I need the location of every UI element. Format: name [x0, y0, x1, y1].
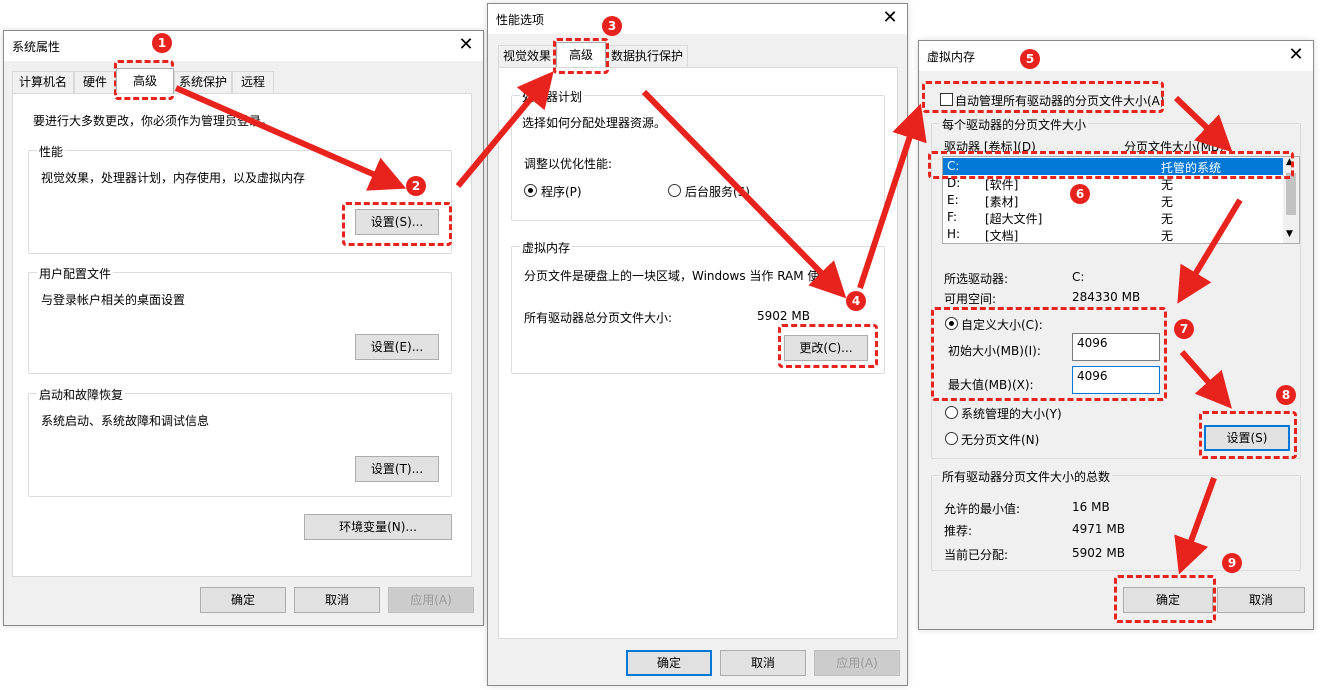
- system-properties-window: 系统属性 ✕ 计算机名 硬件 高级 系统保护 远程 要进行大多数更改，你必须作为…: [3, 30, 484, 626]
- startup-recovery-settings-button[interactable]: 设置(T)...: [355, 456, 439, 482]
- paging-file-desc: 分页文件是硬盘上的一块区域，Windows 当作 RAM 使用。: [524, 269, 844, 283]
- totals-group: 所有驱动器分页文件大小的总数 允许的最小值: 16 MB 推荐: 4971 MB…: [931, 468, 1301, 571]
- no-paging-radio[interactable]: [945, 432, 958, 445]
- processor-scheduling-group: 处理器计划 选择如何分配处理器资源。 调整以优化性能: 程序(P) 后台服务(S…: [511, 88, 885, 221]
- min-allowed-value: 16 MB: [1072, 500, 1110, 514]
- ok-button[interactable]: 确定: [626, 650, 712, 676]
- apply-button[interactable]: 应用(A): [814, 650, 900, 676]
- ok-button[interactable]: 确定: [200, 587, 286, 613]
- highlight-perf-settings: [342, 202, 452, 246]
- scroll-down-icon[interactable]: ▼: [1286, 229, 1293, 239]
- selected-drive-label: 所选驱动器:: [944, 272, 1009, 286]
- step-badge-1: 1: [152, 33, 172, 53]
- background-services-radio[interactable]: [668, 184, 681, 197]
- tab-dep[interactable]: 数据执行保护: [606, 45, 688, 67]
- tab-remote[interactable]: 远程: [232, 71, 274, 93]
- drive-row-f[interactable]: F: [超大文件] 无: [943, 209, 1283, 226]
- free-space-label: 可用空间:: [944, 292, 997, 306]
- total-paging-label: 所有驱动器总分页文件大小:: [524, 311, 673, 325]
- user-profiles-group: 用户配置文件 与登录帐户相关的桌面设置 设置(E)...: [28, 265, 452, 374]
- step-badge-4: 4: [846, 291, 866, 311]
- step-badge-3: 3: [602, 16, 622, 36]
- drive-label: [超大文件]: [985, 212, 1043, 226]
- programs-radio[interactable]: [524, 184, 537, 197]
- highlight-auto-manage: [922, 81, 1164, 113]
- min-allowed-label: 允许的最小值:: [944, 502, 1021, 516]
- currently-allocated-value: 5902 MB: [1072, 546, 1125, 560]
- highlight-custom-size: [931, 307, 1167, 401]
- close-icon[interactable]: ✕: [453, 33, 479, 57]
- drive-letter: F:: [947, 210, 958, 224]
- highlight-set-button: [1199, 411, 1297, 459]
- startup-recovery-label: 启动和故障恢复: [37, 386, 126, 403]
- drive-size: 无: [1161, 195, 1174, 209]
- user-profiles-desc: 与登录帐户相关的桌面设置: [41, 293, 186, 307]
- recommended-value: 4971 MB: [1072, 522, 1125, 536]
- highlight-ok-button: [1114, 575, 1216, 623]
- drive-size: 无: [1161, 229, 1174, 243]
- highlight-drive-c: [928, 151, 1294, 179]
- admin-note: 要进行大多数更改，你必须作为管理员登录。: [33, 114, 274, 128]
- drive-row-e[interactable]: E: [素材] 无: [943, 192, 1283, 209]
- window-title: 系统属性: [12, 40, 61, 54]
- processor-scheduling-desc: 选择如何分配处理器资源。: [522, 116, 667, 130]
- drive-letter: E:: [947, 193, 959, 207]
- total-paging-value: 5902 MB: [757, 309, 810, 323]
- tab-advanced[interactable]: 高级: [556, 42, 606, 67]
- free-space-value: 284330 MB: [1072, 290, 1141, 304]
- performance-desc: 视觉效果，处理器计划，内存使用，以及虚拟内存: [41, 171, 306, 185]
- cancel-button[interactable]: 取消: [720, 650, 806, 676]
- system-managed-radio[interactable]: [945, 406, 958, 419]
- step-badge-7: 7: [1174, 319, 1194, 339]
- virtual-memory-label: 虚拟内存: [520, 239, 573, 256]
- highlight-change-button: [778, 324, 878, 368]
- drive-row-h[interactable]: H: [文档] 无: [943, 226, 1283, 243]
- adjust-label: 调整以优化性能:: [524, 157, 613, 171]
- tab-computer-name[interactable]: 计算机名: [12, 71, 74, 93]
- drive-label: [文档]: [985, 229, 1019, 243]
- tab-hardware[interactable]: 硬件: [74, 71, 116, 93]
- per-drive-label: 每个驱动器的分页文件大小: [940, 116, 1089, 133]
- close-icon[interactable]: ✕: [877, 6, 903, 30]
- cancel-button[interactable]: 取消: [294, 587, 380, 613]
- apply-button[interactable]: 应用(A): [388, 587, 474, 613]
- scroll-thumb[interactable]: [1286, 173, 1296, 215]
- environment-variables-button[interactable]: 环境变量(N)...: [304, 514, 452, 540]
- startup-recovery-desc: 系统启动、系统故障和调试信息: [41, 414, 210, 428]
- step-badge-2: 2: [406, 176, 426, 196]
- cancel-button[interactable]: 取消: [1217, 587, 1305, 613]
- background-services-label[interactable]: 后台服务(S): [685, 183, 750, 200]
- drive-label: [素材]: [985, 195, 1019, 209]
- step-badge-8: 8: [1276, 385, 1296, 405]
- programs-label[interactable]: 程序(P): [541, 183, 582, 200]
- step-badge-5: 5: [1020, 49, 1040, 69]
- step-badge-9: 9: [1222, 553, 1242, 573]
- user-profiles-settings-button[interactable]: 设置(E)...: [355, 334, 439, 360]
- totals-label: 所有驱动器分页文件大小的总数: [940, 468, 1113, 485]
- recommended-label: 推荐:: [944, 524, 973, 538]
- window-title: 虚拟内存: [927, 50, 976, 64]
- system-managed-label[interactable]: 系统管理的大小(Y): [961, 405, 1062, 422]
- title-bar: 虚拟内存 ✕: [919, 41, 1313, 71]
- tab-visual-effects[interactable]: 视觉效果: [498, 45, 556, 67]
- processor-scheduling-label: 处理器计划: [520, 88, 585, 105]
- drive-letter: H:: [947, 227, 961, 241]
- close-icon[interactable]: ✕: [1283, 43, 1309, 67]
- tab-advanced[interactable]: 高级: [116, 68, 174, 93]
- performance-label: 性能: [37, 143, 66, 160]
- startup-recovery-group: 启动和故障恢复 系统启动、系统故障和调试信息 设置(T)...: [28, 386, 452, 497]
- user-profiles-label: 用户配置文件: [37, 265, 114, 282]
- tab-panel: 要进行大多数更改，你必须作为管理员登录。 性能 视觉效果，处理器计划，内存使用，…: [12, 93, 472, 577]
- no-paging-label[interactable]: 无分页文件(N): [961, 431, 1039, 448]
- selected-drive-value: C:: [1072, 270, 1085, 284]
- currently-allocated-label: 当前已分配:: [944, 548, 1009, 562]
- title-bar: 系统属性 ✕: [4, 31, 483, 61]
- window-title: 性能选项: [496, 13, 545, 27]
- step-badge-6: 6: [1070, 184, 1090, 204]
- tab-system-protection[interactable]: 系统保护: [174, 71, 232, 93]
- drive-size: 无: [1161, 212, 1174, 226]
- title-bar: 性能选项 ✕: [488, 4, 907, 34]
